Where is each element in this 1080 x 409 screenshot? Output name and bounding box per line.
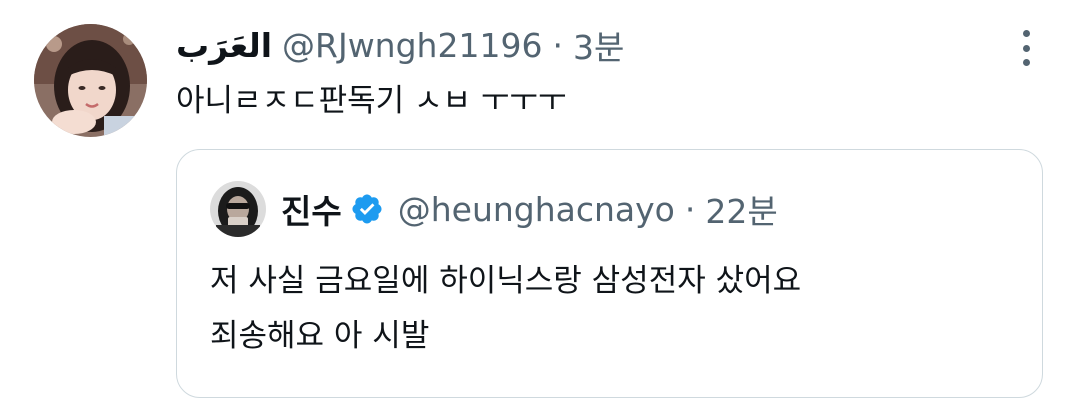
verified-badge-icon	[350, 192, 384, 226]
tweet-header: العَرَب @RJwngh21196 · 3분	[176, 22, 624, 68]
more-dot	[1022, 44, 1030, 52]
quoted-tweet-header: 진수 @heunghacnayo · 22분	[281, 185, 778, 233]
quoted-tweet[interactable]: 진수 @heunghacnayo · 22분 저 사실 금요일에 하이닉스랑 삼…	[176, 149, 1043, 398]
more-dot	[1022, 30, 1030, 37]
tweet-timestamp[interactable]: 3분	[573, 21, 624, 69]
quoted-tweet-timestamp[interactable]: 22분	[705, 185, 777, 233]
tweet: العَرَب @RJwngh21196 · 3분 아니ㄹㅈㄷ판독기 ㅅㅂ ㅜㅜ…	[0, 0, 1080, 409]
quoted-tweet-text-line: 죄송해요 아 시발	[210, 318, 430, 354]
tweet-text: 아니ㄹㅈㄷ판독기 ㅅㅂ ㅜㅜㅜ	[176, 83, 567, 119]
more-dot	[1022, 59, 1030, 66]
quoted-tweet-text-line: 저 사실 금요일에 하이닉스랑 삼성전자 샀어요	[210, 263, 802, 299]
quoted-author-display-name[interactable]: 진수	[281, 185, 342, 233]
quoted-author-avatar[interactable]	[210, 181, 266, 237]
author-handle[interactable]: @RJwngh21196	[282, 26, 542, 65]
author-avatar[interactable]	[34, 24, 147, 137]
header-separator: ·	[552, 25, 563, 65]
quoted-header-separator: ·	[684, 189, 696, 229]
author-display-name[interactable]: العَرَب	[176, 26, 272, 65]
quoted-author-handle[interactable]: @heunghacnayo	[398, 190, 675, 229]
more-vertical-icon[interactable]	[1018, 30, 1034, 66]
quoted-tweet-text: 저 사실 금요일에 하이닉스랑 삼성전자 샀어요 죄송해요 아 시발	[210, 254, 1010, 364]
